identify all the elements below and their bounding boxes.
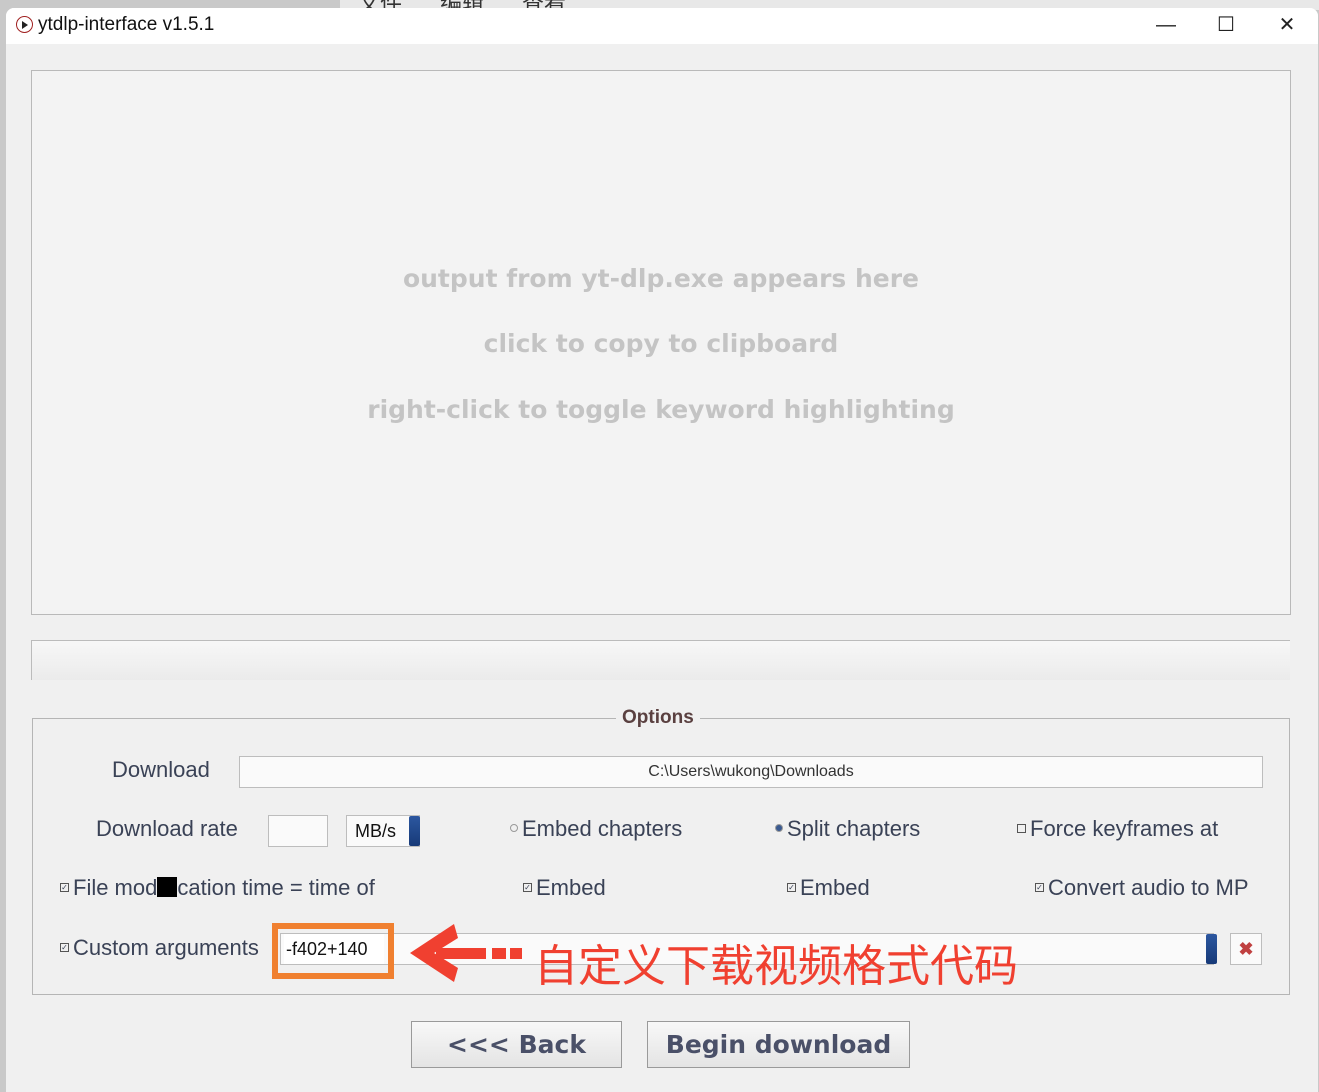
embed-checkbox-1[interactable]: ✓ Embed — [523, 875, 606, 901]
download-folder-label: Download — [112, 757, 210, 782]
checkbox-checked-icon: ✓ — [1035, 882, 1044, 892]
checkbox-checked-icon: ✓ — [523, 882, 532, 892]
file-mod-time-checkbox[interactable]: ✓ File mod cation time = time of — [60, 875, 375, 901]
download-rate-input[interactable] — [268, 815, 328, 847]
download-folder-field[interactable]: C:\Users\wukong\Downloads — [239, 756, 1263, 788]
close-button[interactable]: ✕ — [1267, 10, 1307, 40]
maximize-button[interactable]: ☐ — [1206, 10, 1246, 40]
embed-label-2: Embed — [800, 875, 870, 900]
output-hint-1: output from yt-dlp.exe appears here — [402, 264, 920, 293]
clear-arguments-button[interactable]: ✖ — [1230, 933, 1262, 965]
window-title: ytdlp-interface v1.5.1 — [38, 14, 215, 35]
play-icon — [16, 16, 33, 33]
minimize-button[interactable]: — — [1146, 10, 1186, 40]
radio-selected-icon — [775, 824, 783, 833]
chevron-down-icon[interactable] — [1206, 934, 1217, 964]
chevron-down-icon[interactable] — [409, 816, 420, 846]
arrow-left-icon — [410, 924, 522, 982]
output-panel[interactable]: output from yt-dlp.exe appears here clic… — [31, 70, 1291, 615]
file-mod-time-label: File mod — [73, 875, 158, 900]
title-bar: ytdlp-interface v1.5.1 — ☐ ✕ — [6, 8, 1318, 44]
force-keyframes-label: Force keyframes at — [1030, 816, 1219, 841]
options-legend: Options — [616, 707, 700, 729]
begin-download-button[interactable]: Begin download — [647, 1021, 910, 1068]
embed-checkbox-2[interactable]: ✓ Embed — [787, 875, 870, 901]
radio-icon — [510, 824, 518, 833]
redaction-block — [157, 877, 178, 897]
rate-unit-value: MB/s — [355, 821, 397, 841]
checkbox-checked-icon: ✓ — [60, 942, 69, 952]
embed-chapters-label: Embed chapters — [522, 816, 683, 841]
split-chapters-radio[interactable]: Split chapters — [775, 816, 920, 842]
annotation-text: 自定义下载视频格式代码 — [534, 941, 1018, 992]
checkbox-unchecked-icon — [1017, 823, 1026, 833]
download-rate-label: Download rate — [96, 816, 238, 841]
output-hint-2: click to copy to clipboard — [483, 329, 839, 358]
progress-bar — [31, 640, 1290, 680]
app-window: ytdlp-interface v1.5.1 — ☐ ✕ output from… — [6, 8, 1318, 1092]
file-mod-time-label-rest: cation time = time of — [177, 875, 375, 900]
close-icon: ✖ — [1238, 939, 1254, 959]
convert-audio-label: Convert audio to MP — [1048, 875, 1249, 900]
force-keyframes-checkbox[interactable]: Force keyframes at — [1017, 816, 1218, 842]
embed-label-1: Embed — [536, 875, 606, 900]
convert-audio-checkbox[interactable]: ✓ Convert audio to MP — [1035, 875, 1249, 901]
output-hint-3: right-click to toggle keyword highlighti… — [367, 395, 955, 424]
custom-arguments-checkbox[interactable]: ✓ Custom arguments — [60, 935, 259, 961]
embed-chapters-radio[interactable]: Embed chapters — [510, 816, 682, 842]
split-chapters-label: Split chapters — [787, 816, 921, 841]
back-button[interactable]: <<< Back — [411, 1021, 622, 1068]
checkbox-checked-icon: ✓ — [787, 882, 796, 892]
custom-arguments-label: Custom arguments — [73, 935, 259, 960]
checkbox-checked-icon: ✓ — [60, 882, 69, 892]
highlight-box — [272, 923, 394, 979]
